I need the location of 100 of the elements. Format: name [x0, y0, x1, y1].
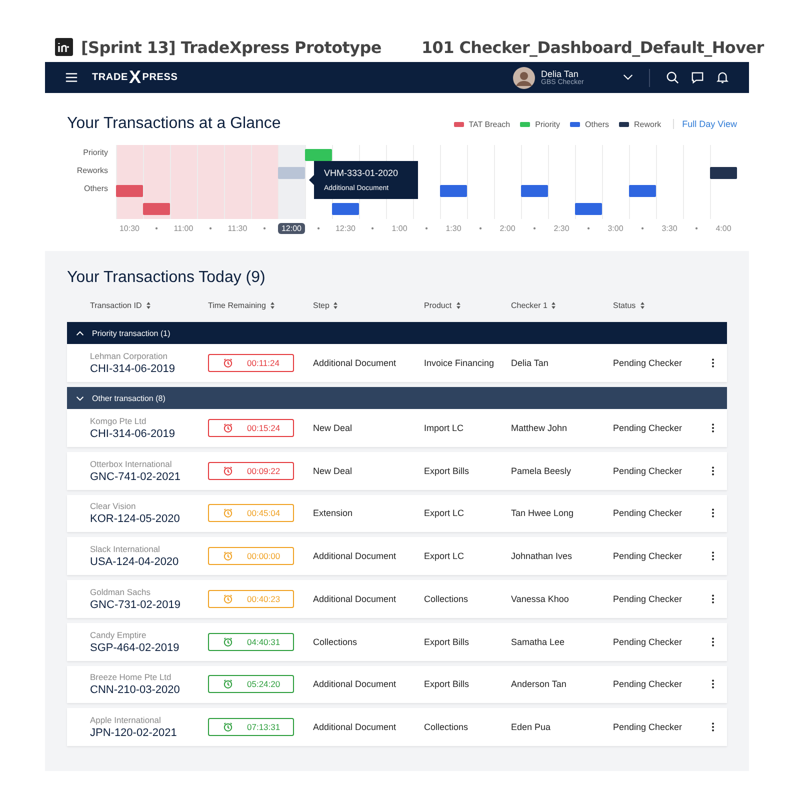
table-cell-text: Pending Checker	[613, 551, 684, 562]
more-options-icon[interactable]	[711, 722, 715, 732]
menu-icon[interactable]	[65, 71, 78, 84]
transaction-id: KOR-124-05-2020	[90, 513, 181, 526]
table-cell-text: New Deal	[313, 422, 354, 433]
table-cell-text: Additional Document	[313, 594, 398, 604]
sort-icon[interactable]	[333, 302, 338, 309]
time-tick: 1:30	[444, 223, 462, 234]
time-remaining: 00:45:04	[247, 508, 280, 518]
group-header[interactable]: Priority transaction (1)	[67, 322, 727, 344]
column-header[interactable]: Product	[424, 300, 452, 310]
logo-mark: X	[128, 67, 142, 88]
search-icon[interactable]	[666, 71, 679, 84]
table-cell-text: Additional Document	[313, 679, 398, 690]
more-options-icon[interactable]	[711, 679, 715, 690]
alarm-clock-icon	[223, 679, 233, 690]
legend-label: Rework	[634, 120, 662, 128]
sort-icon[interactable]	[146, 302, 151, 309]
more-options-icon[interactable]	[711, 358, 715, 368]
time-tick: •	[208, 223, 213, 234]
legend-swatch	[454, 122, 464, 126]
table-row[interactable]: Otterbox International GNC-741-02-2021 00:09:22 New Deal Export Bills Pamela Beesly Pending Checker	[67, 452, 727, 490]
table-row[interactable]: Goldman Sachs GNC-731-02-2019 00:40:23 Additional Document Collections Vanessa Khoo Pending Checker	[67, 580, 727, 618]
table-cell-text: Import LC	[424, 422, 465, 433]
table-row[interactable]: Candy Emptire SGP-464-02-2019 04:40:31 Collections Export Bills Samatha Lee Pending Checker	[67, 622, 727, 661]
column-header[interactable]: Checker 1	[511, 300, 548, 310]
alarm-clock-icon	[223, 358, 233, 368]
table-cell-text: Tan Hwee Long	[511, 508, 575, 518]
prototype-title: [Sprint 13] TradeXpress Prototype	[81, 38, 382, 56]
transaction-id: CNN-210-03-2020	[90, 684, 181, 696]
more-options-icon[interactable]	[711, 422, 715, 433]
time-tick: 3:30	[660, 223, 678, 234]
legend-swatch	[520, 122, 530, 126]
table-cell-text: Eden Pua	[511, 722, 552, 732]
table-cell-text: Additional Document	[313, 722, 398, 732]
table-cell-text: Export LC	[424, 508, 466, 518]
time-tick: 3:00	[606, 223, 624, 234]
time-tick: •	[154, 223, 159, 234]
alarm-clock-icon	[223, 422, 233, 433]
table-cell-text: Anderson Tan	[511, 679, 568, 690]
company-name: Breeze Home Pte Ltd	[90, 672, 172, 682]
alarm-clock-icon	[223, 722, 233, 732]
sort-icon[interactable]	[456, 302, 461, 309]
more-options-icon[interactable]	[711, 636, 715, 647]
table-row[interactable]: Lehman Corporation CHI-314-06-2019 00:11:24 Additional Document Invoice Financing Delia Tan Pending Checker	[67, 344, 727, 382]
time-tick: 12:00	[278, 223, 305, 234]
table-cell-text: Johnathan Ives	[511, 551, 574, 562]
company-name: Lehman Corporation	[90, 351, 168, 361]
table-row[interactable]: Breeze Home Pte Ltd CNN-210-03-2020 05:24:20 Additional Document Export Bills Anderson Tan Pending Checker	[67, 666, 727, 704]
group-header[interactable]: Other transaction (8)	[67, 386, 727, 410]
table-row[interactable]: Apple International JPN-120-02-2021 07:13:31 Additional Document Collections Eden Pua Pending Checker	[67, 708, 727, 746]
column-header[interactable]: Time Remaining	[208, 300, 266, 310]
time-tick: 10:30	[118, 223, 141, 234]
alarm-clock-icon	[223, 594, 233, 604]
transaction-id: GNC-741-02-2021	[90, 470, 182, 483]
time-tick: •	[532, 223, 537, 234]
table-cell-text: Pending Checker	[613, 594, 684, 604]
column-header[interactable]: Transaction ID	[90, 300, 142, 310]
sort-icon[interactable]	[640, 302, 645, 309]
time-tick: •	[640, 223, 645, 234]
table-cell-text: Pending Checker	[613, 722, 684, 732]
legend-label: Priority	[535, 120, 560, 128]
bell-icon[interactable]	[716, 71, 729, 84]
user-name: Delia Tan	[541, 69, 578, 79]
time-tick: •	[370, 223, 375, 234]
column-header[interactable]: Step	[313, 300, 330, 310]
more-options-icon[interactable]	[711, 466, 715, 476]
table-cell-text: Matthew John	[511, 422, 568, 433]
table-row[interactable]: Komgo Pte Ltd CHI-314-06-2019 00:15:24 New Deal Import LC Matthew John Pending Checker	[67, 409, 727, 447]
chevron-down-icon	[76, 396, 84, 400]
table-cell-text: Samatha Lee	[511, 636, 566, 647]
sort-icon[interactable]	[270, 302, 275, 309]
sort-icon[interactable]	[551, 302, 556, 309]
table-row[interactable]: Slack International USA-124-04-2020 00:00:00 Additional Document Export LC Johnathan Ives Pending Checker	[67, 537, 727, 576]
company-name: Apple International	[90, 715, 162, 726]
table-cell-text: Pending Checker	[613, 508, 684, 518]
table-cell-text: Pending Checker	[613, 358, 684, 368]
legend-label: Others	[585, 120, 610, 128]
time-remaining: 00:15:24	[247, 422, 280, 433]
invision-logo-icon	[55, 38, 73, 56]
company-name: Goldman Sachs	[90, 586, 152, 597]
more-options-icon[interactable]	[711, 508, 715, 518]
company-name: Komgo Pte Ltd	[90, 416, 148, 426]
time-remaining: 05:24:20	[247, 679, 280, 690]
logo-text: PRESS	[142, 72, 178, 83]
table-row[interactable]: Clear Vision KOR-124-05-2020 00:45:04 Extension Export LC Tan Hwee Long Pending Checker	[67, 494, 727, 532]
company-name: Clear Vision	[90, 501, 137, 512]
column-header[interactable]: Status	[613, 300, 636, 310]
full-day-view-link[interactable]: Full Day View	[673, 119, 737, 129]
screen-title: 101 Checker_Dashboard_Default_Hover	[421, 38, 764, 56]
legend-swatch	[570, 122, 580, 126]
transaction-id: JPN-120-02-2021	[90, 727, 178, 740]
table-cell-text: Pending Checker	[613, 636, 684, 647]
time-tick: •	[262, 223, 267, 234]
avatar-icon[interactable]	[513, 66, 535, 88]
legend-swatch	[619, 122, 630, 126]
more-options-icon[interactable]	[711, 594, 715, 604]
table-cell-text: Collections	[313, 636, 358, 647]
more-options-icon[interactable]	[711, 551, 715, 562]
chat-icon[interactable]	[691, 71, 704, 84]
